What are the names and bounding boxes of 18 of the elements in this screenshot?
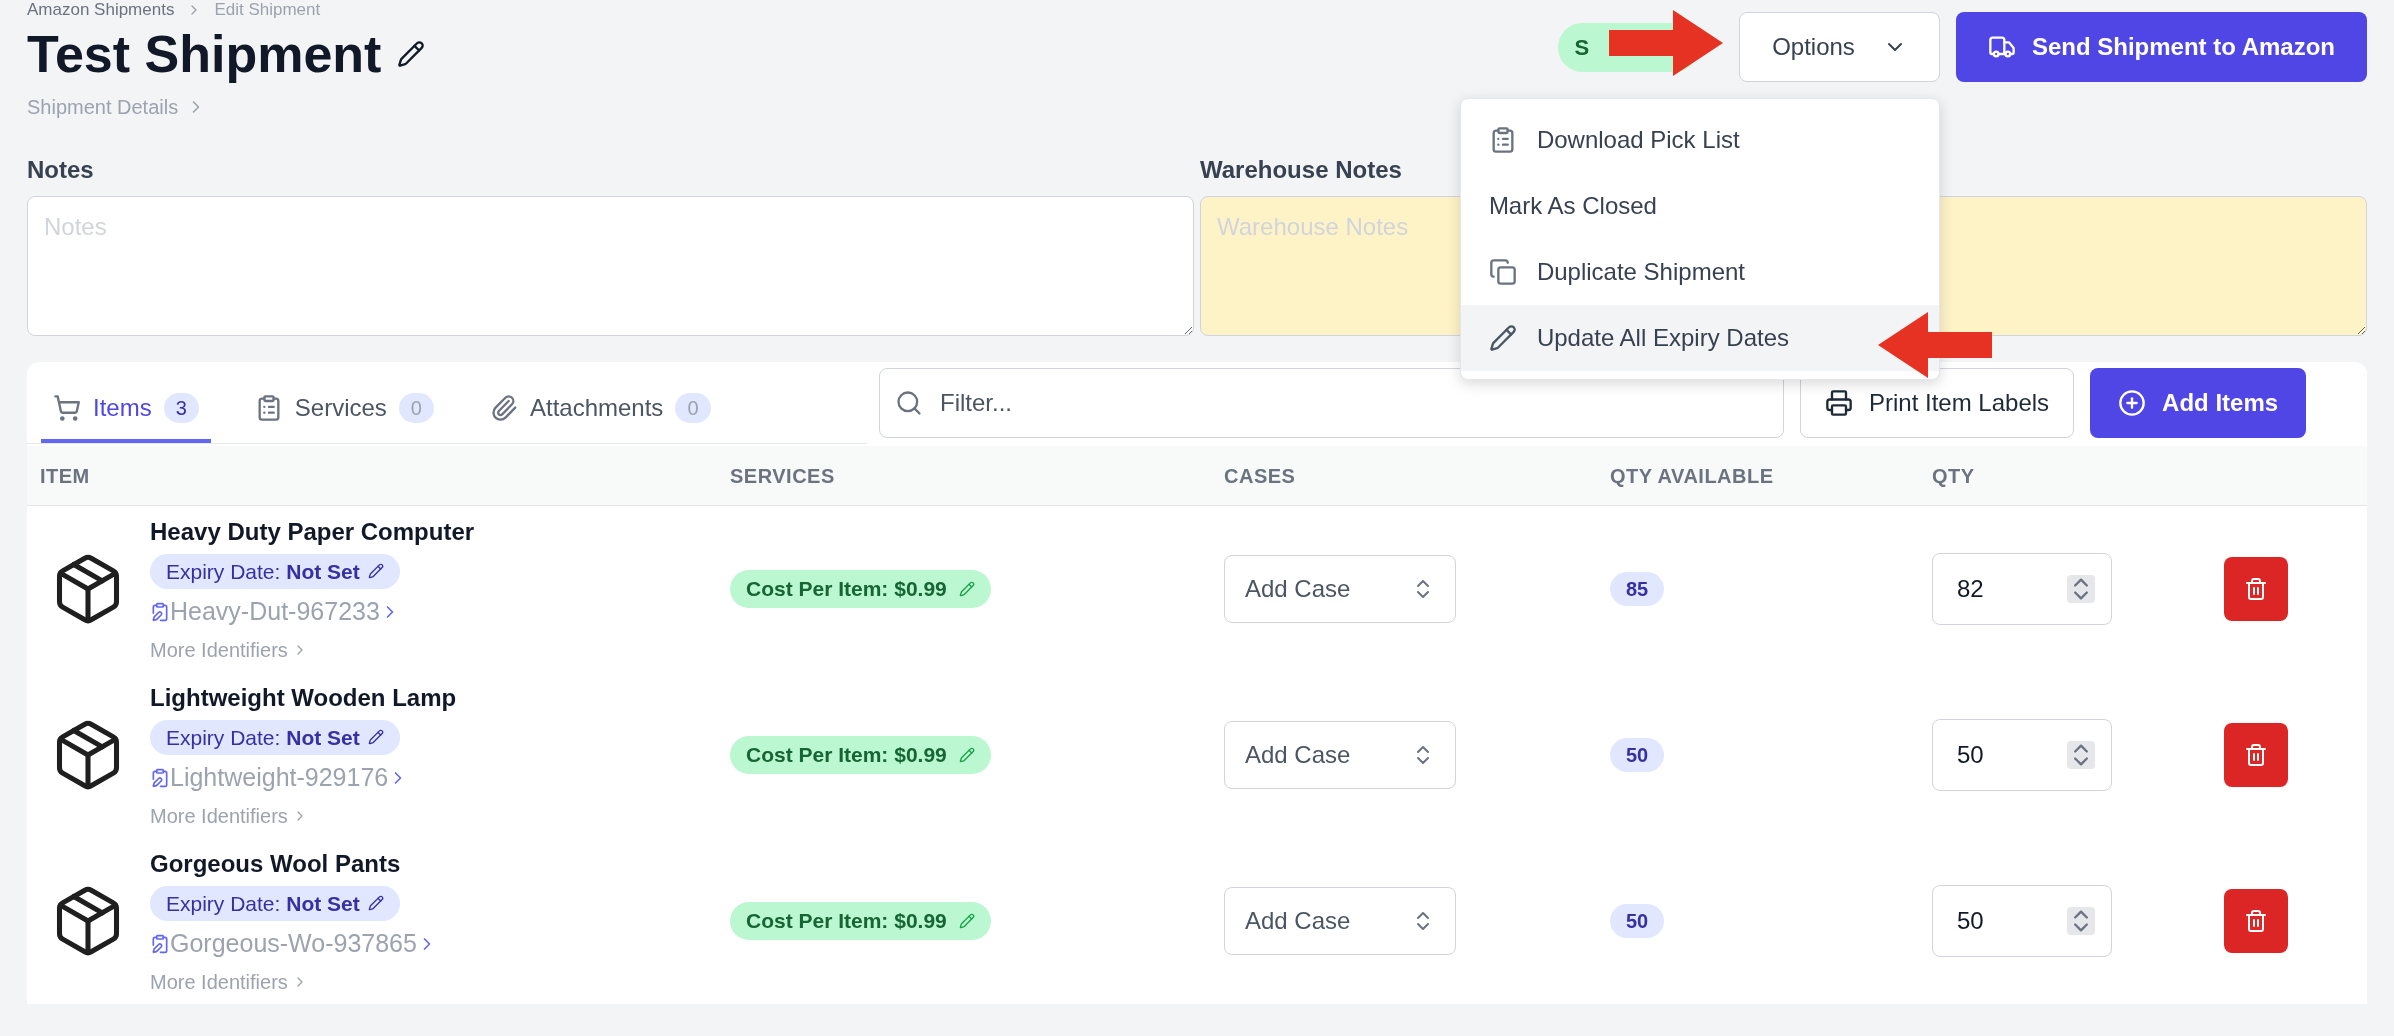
- count-badge: 0: [398, 393, 434, 423]
- qty-available-badge: 50: [1610, 738, 1665, 772]
- column-header: QTY AVAILABLE: [1610, 463, 1775, 489]
- count-badge: 0: [675, 393, 711, 423]
- count-badge: 3: [163, 393, 199, 423]
- field-label: Warehouse Notes: [1200, 155, 1402, 185]
- breadcrumb-current: Edit Shipment: [214, 0, 321, 20]
- item-name: Lightweight Wooden Lamp: [150, 682, 457, 713]
- qty-available-badge: 50: [1610, 904, 1665, 938]
- field-label: Notes: [27, 155, 94, 185]
- page-title: Test Shipment: [27, 24, 382, 84]
- column-header: ITEM: [40, 463, 91, 489]
- item-name: Gorgeous Wool Pants: [150, 848, 401, 879]
- column-header: SERVICES: [730, 463, 836, 489]
- column-header: QTY: [1932, 463, 1976, 489]
- item-name: Heavy Duty Paper Computer: [150, 516, 475, 547]
- column-header: CASES: [1224, 463, 1297, 489]
- qty-available-badge: 85: [1610, 572, 1665, 606]
